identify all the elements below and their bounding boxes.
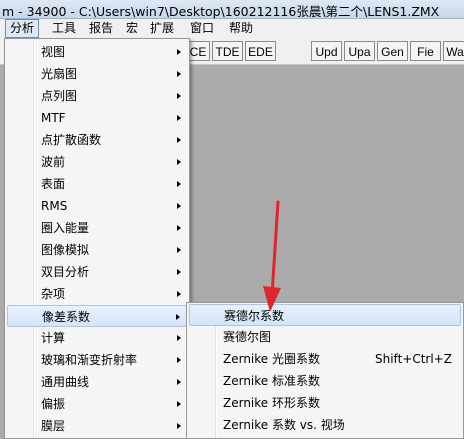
submenu-item-zernike-annular[interactable]: Zernike 环形系数	[189, 392, 461, 414]
submenu-arrow-icon	[177, 115, 181, 121]
menu-tools[interactable]: 工具	[48, 20, 80, 37]
menu-analysis[interactable]: 分析	[5, 19, 40, 38]
window-title: m - 34900 - C:\Users\win7\Desktop\160212…	[2, 4, 440, 19]
submenu-arrow-icon	[177, 93, 181, 99]
menu-item-label: MTF	[41, 111, 66, 125]
menu-item-mtf[interactable]: MTF	[7, 107, 187, 129]
submenu-item-seidel-diagram[interactable]: 赛德尔图	[189, 326, 461, 348]
analysis-dropdown-menu: 视图 光扇图 点列图 MTF 点扩散函数 波前 表面 RMS 圈入能量 图像模拟…	[4, 38, 190, 439]
submenu-item-label: Zernike 系数 vs. 视场	[223, 418, 345, 432]
menu-item-label: 膜层	[41, 419, 66, 433]
menu-item-label: 通用曲线	[41, 375, 90, 389]
submenu-arrow-icon	[177, 379, 181, 385]
menu-item-spot-diagram[interactable]: 点列图	[7, 85, 187, 107]
submenu-arrow-icon	[177, 71, 181, 77]
submenu-arrow-icon	[176, 314, 180, 320]
toolbar-button-fie[interactable]: Fie	[410, 41, 441, 61]
menu-item-ray-fan[interactable]: 光扇图	[7, 63, 187, 85]
menu-reports[interactable]: 报告	[85, 20, 117, 37]
submenu-arrow-icon	[177, 49, 181, 55]
menu-item-psf[interactable]: 点扩散函数	[7, 129, 187, 151]
menu-item-label: 点列图	[41, 89, 78, 103]
submenu-arrow-icon	[177, 225, 181, 231]
menu-macros[interactable]: 宏	[122, 20, 142, 37]
menu-item-label: RMS	[41, 199, 68, 213]
submenu-arrow-icon	[177, 247, 181, 253]
annotation-arrow-icon	[263, 200, 281, 312]
menu-item-label: 波前	[41, 155, 66, 169]
submenu-item-seidel-coefficients[interactable]: 赛德尔系数	[189, 304, 461, 326]
menu-item-coatings[interactable]: 膜层	[7, 415, 187, 437]
menu-window[interactable]: 窗口	[186, 20, 218, 37]
menu-item-miscellaneous[interactable]: 杂项	[7, 283, 187, 305]
toolbar-button-upd[interactable]: Upd	[311, 41, 342, 61]
menu-item-calculations[interactable]: 计算	[7, 327, 187, 349]
submenu-item-label: 赛德尔图	[223, 330, 272, 344]
submenu-item-label: Zernike 光圈系数	[223, 352, 320, 366]
submenu-item-zernike-fringe[interactable]: Zernike 光圈系数 Shift+Ctrl+Z	[189, 348, 461, 370]
menu-item-glass-and-grin[interactable]: 玻璃和渐变折射率	[7, 349, 187, 371]
submenu-arrow-icon	[177, 335, 181, 341]
submenu-item-label: Zernike 环形系数	[223, 396, 320, 410]
submenu-arrow-icon	[177, 137, 181, 143]
menu-item-polarization[interactable]: 偏振	[7, 393, 187, 415]
menu-item-label: 像差系数	[42, 310, 91, 324]
menu-item-label: 表面	[41, 177, 66, 191]
title-bar: m - 34900 - C:\Users\win7\Desktop\160212…	[0, 0, 464, 19]
submenu-arrow-icon	[177, 269, 181, 275]
menu-item-encircled-energy[interactable]: 圈入能量	[7, 217, 187, 239]
menu-item-label: 圈入能量	[41, 221, 90, 235]
menu-item-label: 杂项	[41, 287, 66, 301]
menu-item-label: 双目分析	[41, 265, 90, 279]
shortcut-label: Shift+Ctrl+Z	[375, 352, 452, 366]
aberration-coefficients-submenu: 赛德尔系数 赛德尔图 Zernike 光圈系数 Shift+Ctrl+Z Zern…	[186, 302, 464, 439]
menu-item-label: 光扇图	[41, 67, 78, 81]
menu-item-label: 计算	[41, 331, 66, 345]
submenu-arrow-icon	[177, 181, 181, 187]
menu-item-image-simulation[interactable]: 图像模拟	[7, 239, 187, 261]
menu-item-label: 偏振	[41, 397, 66, 411]
submenu-item-zernike-vs-field[interactable]: Zernike 系数 vs. 视场	[189, 414, 461, 436]
toolbar-button-upa[interactable]: Upa	[344, 41, 375, 61]
menu-item-aberration-coefficients[interactable]: 像差系数	[7, 305, 187, 327]
toolbar-button-wa[interactable]: Wa	[443, 41, 464, 61]
menu-bar: 分析 工具 报告 宏 扩展 窗口 帮助	[0, 19, 464, 39]
menu-item-binocular-analysis[interactable]: 双目分析	[7, 261, 187, 283]
submenu-arrow-icon	[177, 159, 181, 165]
submenu-arrow-icon	[177, 423, 181, 429]
submenu-arrow-icon	[177, 291, 181, 297]
submenu-item-label: Zernike 标准系数	[223, 374, 320, 388]
menu-item-surface[interactable]: 表面	[7, 173, 187, 195]
menu-item-universal-plot[interactable]: 通用曲线	[7, 371, 187, 393]
toolbar-button-gen[interactable]: Gen	[377, 41, 408, 61]
toolbar-button-ede[interactable]: EDE	[245, 41, 276, 61]
menu-item-rms[interactable]: RMS	[7, 195, 187, 217]
submenu-arrow-icon	[177, 203, 181, 209]
submenu-arrow-icon	[177, 357, 181, 363]
menu-extensions[interactable]: 扩展	[146, 20, 178, 37]
toolbar-button-tde[interactable]: TDE	[212, 41, 243, 61]
submenu-item-zernike-standard[interactable]: Zernike 标准系数	[189, 370, 461, 392]
menu-item-label: 视图	[41, 45, 66, 59]
menu-item-label: 玻璃和渐变折射率	[41, 353, 138, 367]
submenu-arrow-icon	[177, 401, 181, 407]
menu-help[interactable]: 帮助	[225, 20, 257, 37]
menu-item-wavefront[interactable]: 波前	[7, 151, 187, 173]
menu-item-view[interactable]: 视图	[7, 41, 187, 63]
menu-item-label: 图像模拟	[41, 243, 90, 257]
menu-item-label: 点扩散函数	[41, 133, 102, 147]
